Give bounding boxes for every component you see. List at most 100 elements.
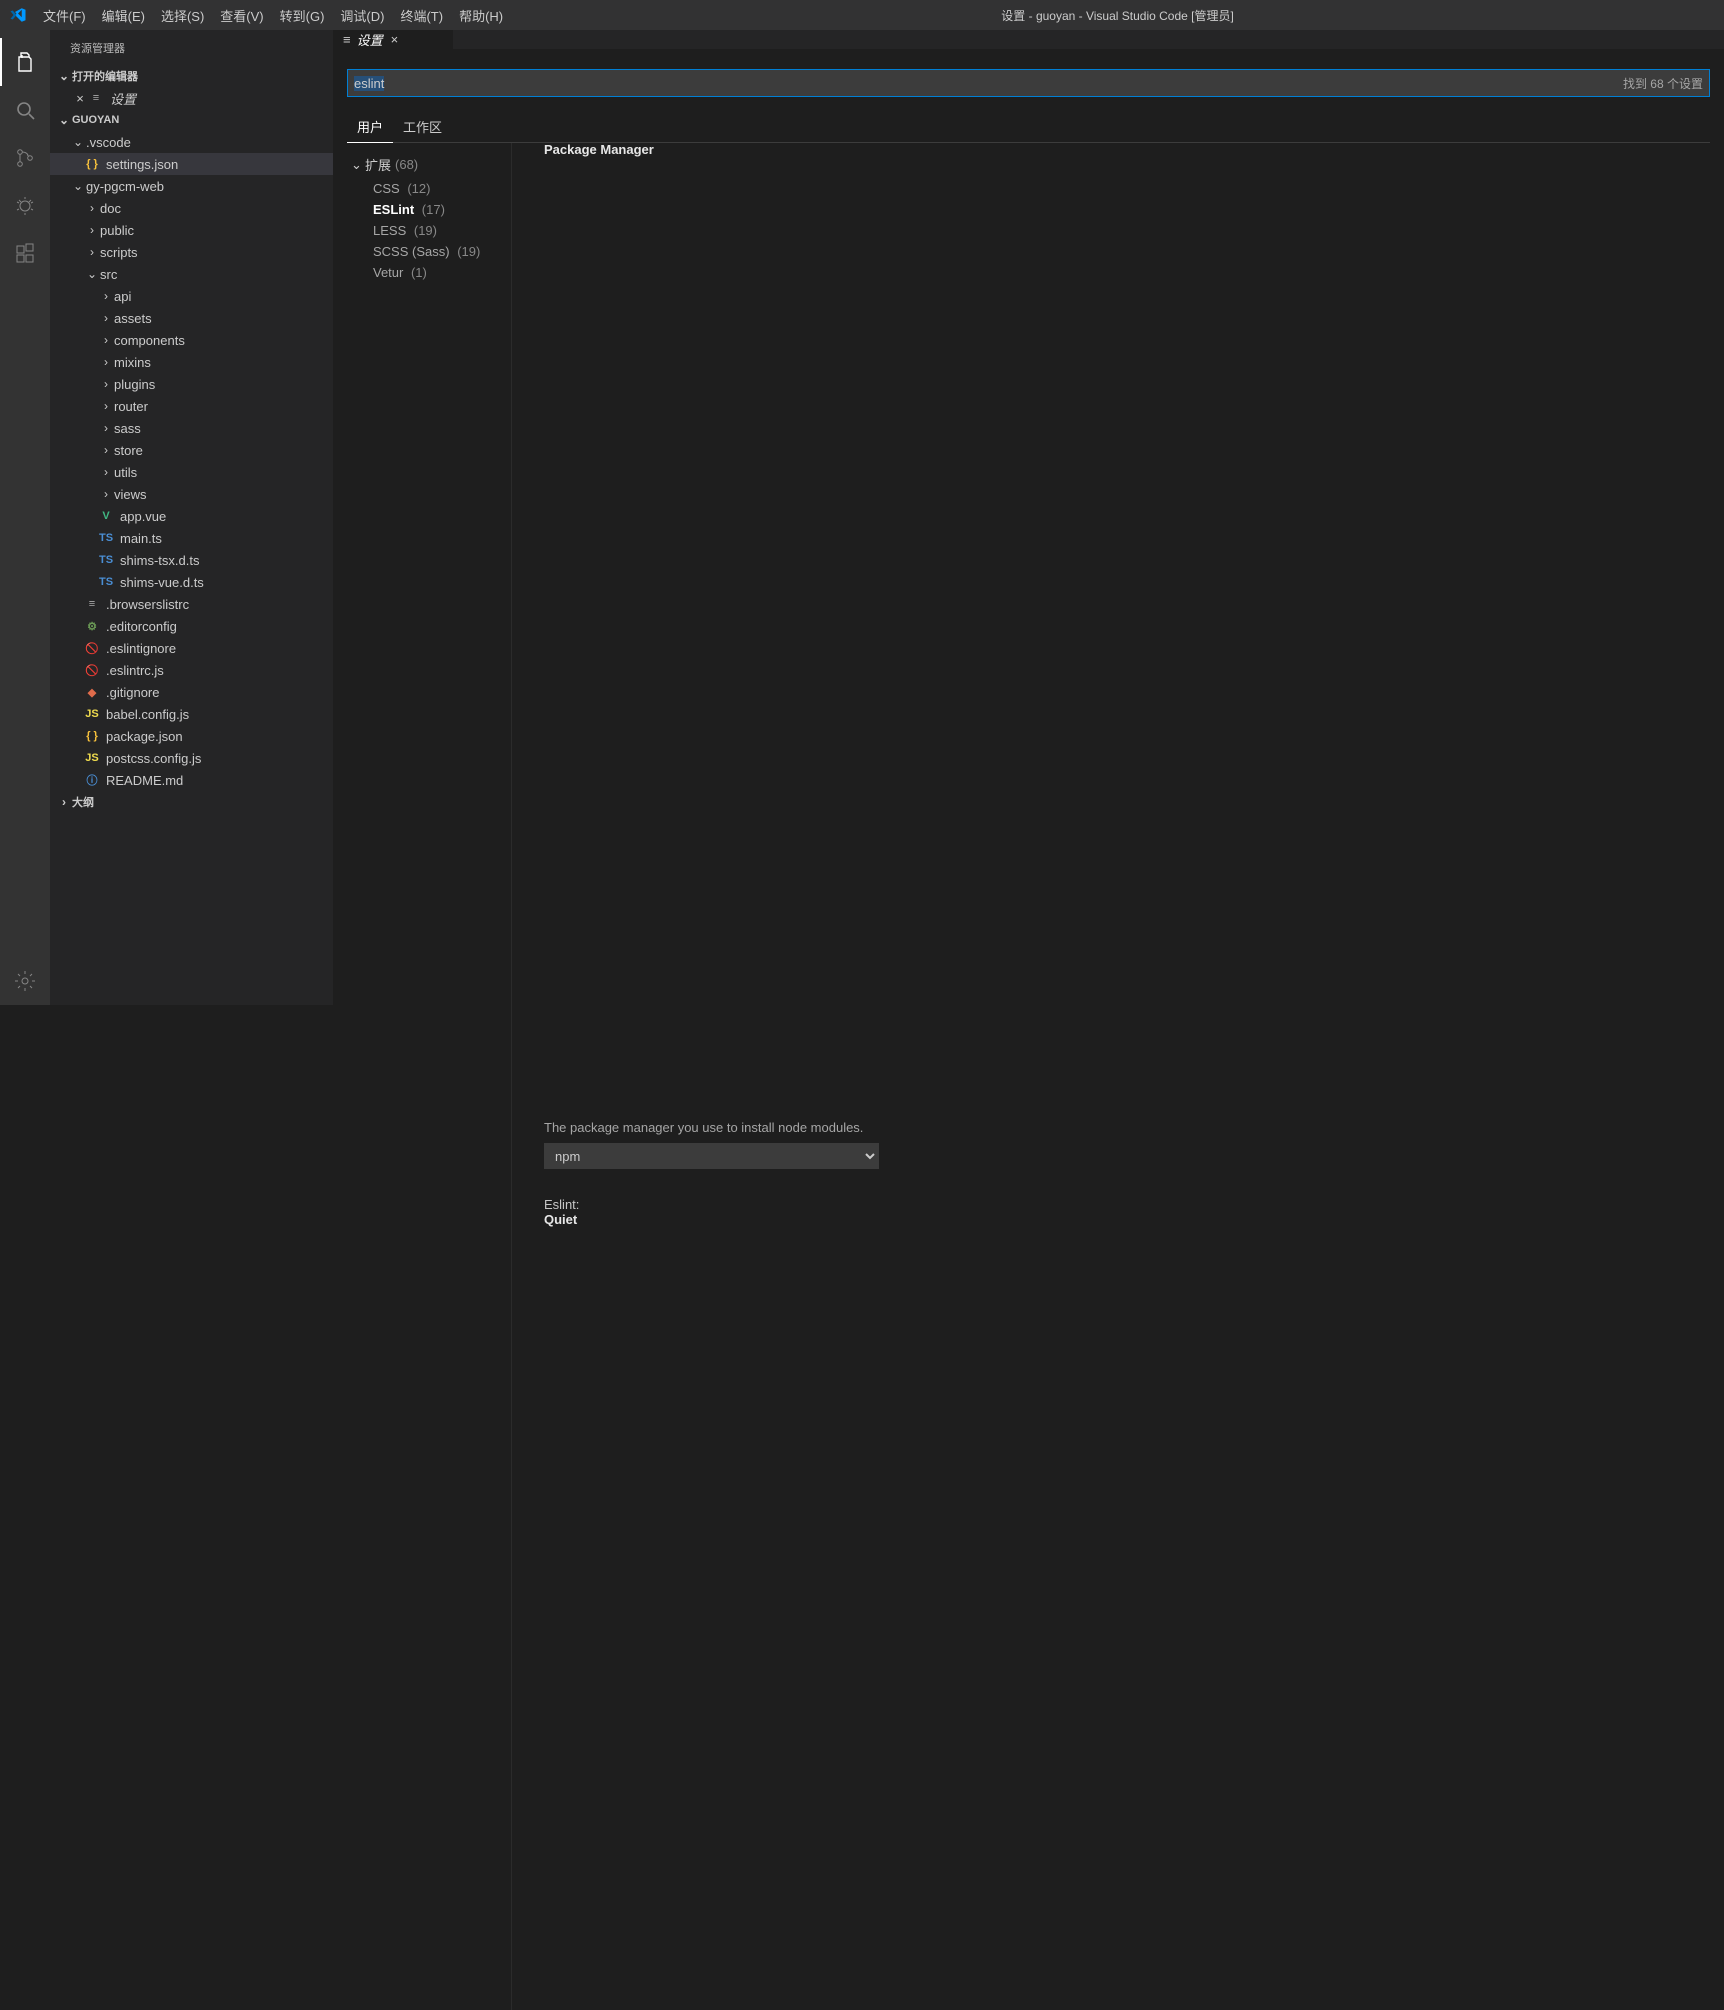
tab-user[interactable]: 用户 [347,111,393,142]
chevron-right-icon: › [98,377,114,391]
menu-item[interactable]: 终端(T) [392,0,451,30]
nohide-icon: 🚫 [84,640,100,656]
folder-row[interactable]: ›plugins [50,373,333,395]
tree-label: .browserslistrc [106,597,189,612]
file-row[interactable]: { }settings.json [50,153,333,175]
close-icon[interactable]: × [72,91,88,106]
toc-count: (12) [404,181,431,196]
chevron-down-icon: ⌄ [84,267,100,281]
source-control-icon[interactable] [0,134,50,182]
settings-list[interactable]: Eslint: Package Manager The package mana… [511,143,1724,2010]
tree-label: sass [114,421,141,436]
toc-label: CSS [373,181,400,196]
toc-item[interactable]: LESS (19) [351,220,511,241]
chevron-right-icon: › [98,333,114,347]
folder-row[interactable]: ›scripts [50,241,333,263]
chevron-right-icon: › [84,201,100,215]
gear-icon: ⚙ [84,618,100,634]
toc-item[interactable]: Vetur (1) [351,262,511,283]
toc-item[interactable]: ESLint (17) [351,199,511,220]
toc-item[interactable]: SCSS (Sass) (19) [351,241,511,262]
info-icon: ⓘ [84,772,100,788]
outline-section[interactable]: › 大纲 [50,791,333,813]
folder-row[interactable]: ⌄gy-pgcm-web [50,175,333,197]
folder-row[interactable]: ›utils [50,461,333,483]
manage-gear-icon[interactable] [0,957,50,1005]
settings-icon: ≡ [88,90,104,106]
toc-label: Vetur [373,265,403,280]
package-manager-select[interactable]: npm [544,1143,879,1169]
file-row[interactable]: ⓘREADME.md [50,769,333,791]
folder-row[interactable]: ›mixins [50,351,333,373]
toc-count: (17) [418,202,445,217]
folder-row[interactable]: ›views [50,483,333,505]
menu-item[interactable]: 查看(V) [212,0,271,30]
tab-settings[interactable]: ≡ 设置 × [333,30,453,49]
menu-item[interactable]: 编辑(E) [94,0,153,30]
extensions-icon[interactable] [0,230,50,278]
editor-label: 设置 [110,89,136,108]
file-row[interactable]: 🚫.eslintignore [50,637,333,659]
folder-row[interactable]: ›store [50,439,333,461]
js-icon: JS [84,706,100,722]
chevron-right-icon: › [98,289,114,303]
menu-item[interactable]: 文件(F) [35,0,94,30]
tree-label: shims-vue.d.ts [120,575,204,590]
file-row[interactable]: ◆.gitignore [50,681,333,703]
file-row[interactable]: Vapp.vue [50,505,333,527]
folder-row[interactable]: ⌄src [50,263,333,285]
folder-row[interactable]: ›sass [50,417,333,439]
section-label: 大纲 [72,794,94,810]
menu-item[interactable]: 选择(S) [153,0,212,30]
folder-row[interactable]: ›assets [50,307,333,329]
chevron-right-icon: › [98,465,114,479]
chevron-right-icon: › [98,311,114,325]
toc-item[interactable]: CSS (12) [351,178,511,199]
file-row[interactable]: { }package.json [50,725,333,747]
toc-extensions[interactable]: ⌄ 扩展 (68) [351,155,511,174]
search-icon[interactable] [0,86,50,134]
debug-icon[interactable] [0,182,50,230]
settings-search[interactable]: 找到 68 个设置 [347,69,1710,97]
folder-row[interactable]: ›doc [50,197,333,219]
tree-label: utils [114,465,137,480]
file-row[interactable]: 🚫.eslintrc.js [50,659,333,681]
folder-row[interactable]: ›router [50,395,333,417]
file-row[interactable]: ≡.browserslistrc [50,593,333,615]
ts-icon: TS [98,552,114,568]
tree-label: gy-pgcm-web [86,179,164,194]
folder-row[interactable]: ⌄.vscode [50,131,333,153]
tree-label: plugins [114,377,155,392]
file-row[interactable]: ⚙ .editorconfig [50,615,333,637]
menu-item[interactable]: 转到(G) [272,0,333,30]
project-section[interactable]: ⌄ GUOYAN [50,109,333,131]
search-input[interactable] [354,76,1623,91]
file-tree: ⌄ 打开的编辑器 × ≡ 设置 ⌄ GUOYAN ⌄.vscode{ }sett… [50,65,333,1005]
file-row[interactable]: JSbabel.config.js [50,703,333,725]
file-row[interactable]: TSshims-tsx.d.ts [50,549,333,571]
folder-row[interactable]: ›public [50,219,333,241]
chevron-right-icon: › [84,223,100,237]
open-editors-section[interactable]: ⌄ 打开的编辑器 [50,65,333,87]
chevron-down-icon: ⌄ [351,157,365,173]
toc-label: SCSS (Sass) [373,244,450,259]
editor-tabs: ≡ 设置 × [333,30,1724,49]
tab-workspace[interactable]: 工作区 [393,111,452,142]
file-row[interactable]: TSshims-vue.d.ts [50,571,333,593]
chevron-down-icon: ⌄ [56,69,72,83]
menu-item[interactable]: 帮助(H) [451,0,511,30]
toc-label: ESLint [373,202,414,217]
file-row[interactable]: JSpostcss.config.js [50,747,333,769]
folder-row[interactable]: ›api [50,285,333,307]
window-title: 设置 - guoyan - Visual Studio Code [管理员] [511,7,1724,24]
chevron-right-icon: › [84,245,100,259]
file-row[interactable]: TSmain.ts [50,527,333,549]
close-icon[interactable]: × [391,32,399,47]
open-editor-item[interactable]: × ≡ 设置 [50,87,333,109]
folder-row[interactable]: ›components [50,329,333,351]
tree-label: .editorconfig [106,619,177,634]
toc-count: (19) [410,223,437,238]
menu-item[interactable]: 调试(D) [332,0,392,30]
explorer-icon[interactable] [0,38,50,86]
chevron-right-icon: › [98,399,114,413]
